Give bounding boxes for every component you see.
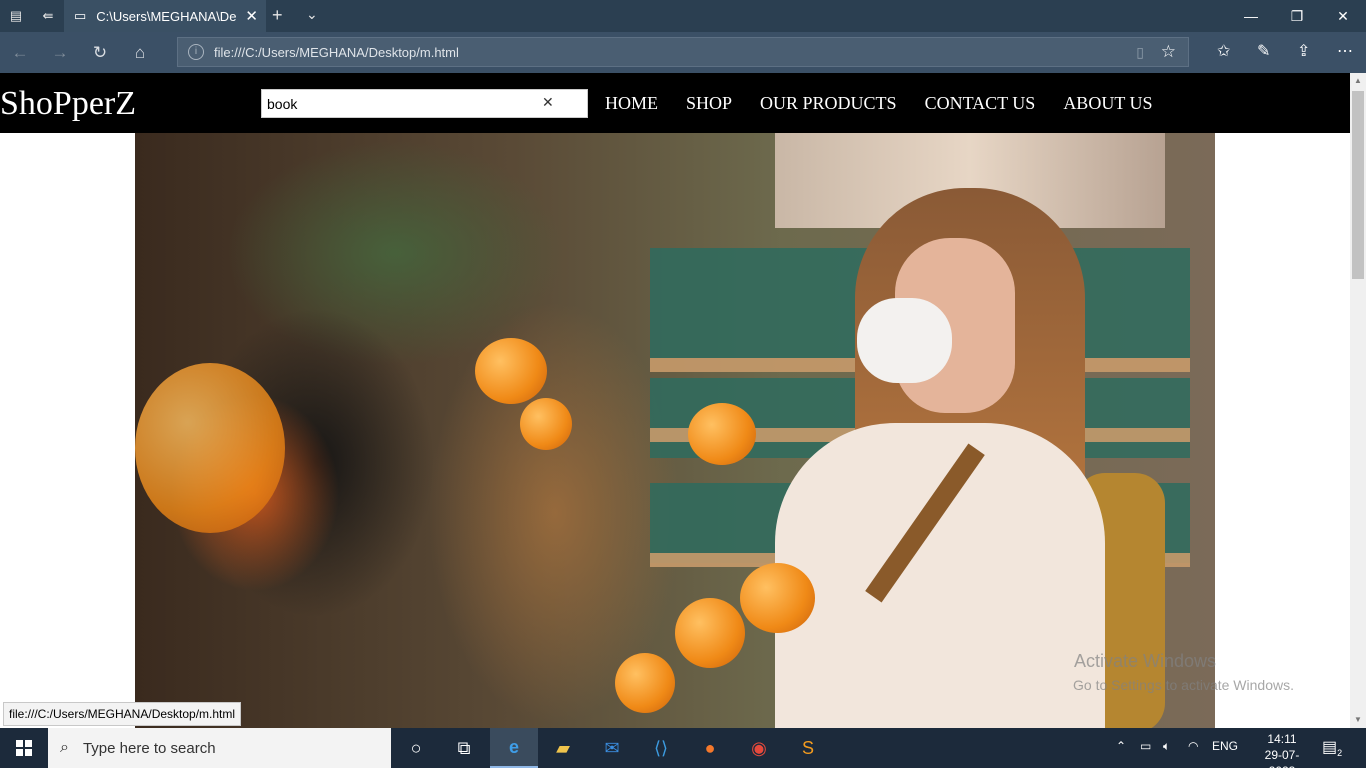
main-nav: HOME SHOP OUR PRODUCTS CONTACT US ABOUT … xyxy=(605,93,1181,114)
face-mask xyxy=(857,298,952,383)
chrome-icon[interactable]: ◉ xyxy=(735,728,783,768)
favorite-star-icon[interactable]: ☆ xyxy=(1161,42,1176,62)
wifi-icon[interactable]: ◠ xyxy=(1188,739,1198,753)
clear-search-icon[interactable]: ✕ xyxy=(542,94,554,111)
browser-toolbar: ← → ↻ ⌂ i file:///C:/Users/MEGHANA/Deskt… xyxy=(0,32,1366,73)
orange xyxy=(520,398,572,450)
firefox-icon[interactable]: ● xyxy=(686,728,734,768)
info-icon[interactable]: i xyxy=(188,44,204,60)
windows-taskbar: ⌕ Type here to search ○ ⧉ e ▰ ✉ ⟨⟩ ● ◉ S… xyxy=(0,728,1366,778)
clock-time: 14:11 xyxy=(1267,732,1297,746)
notification-count: 2 xyxy=(1337,748,1343,759)
forward-icon[interactable]: → xyxy=(47,40,73,66)
orange xyxy=(135,363,285,533)
activate-windows-title: Activate Windows xyxy=(1074,651,1217,671)
close-window-button[interactable]: ✕ xyxy=(1320,0,1366,32)
tab-actions-icon[interactable]: ▤ xyxy=(0,0,32,32)
nav-contact-us[interactable]: CONTACT US xyxy=(925,93,1036,114)
file-explorer-icon[interactable]: ▰ xyxy=(539,728,587,768)
windows-logo-icon xyxy=(16,740,32,756)
activate-windows-subtitle: Go to Settings to activate Windows. xyxy=(1073,677,1294,693)
task-view-icon[interactable]: ⧉ xyxy=(440,728,488,768)
favorites-icon[interactable]: ✩ xyxy=(1217,41,1230,61)
show-hidden-icons-icon[interactable]: ⌃ xyxy=(1116,739,1126,753)
link-status-url: file:///C:/Users/MEGHANA/Desktop/m.html xyxy=(3,702,242,726)
mail-icon[interactable]: ✉ xyxy=(588,728,636,768)
chevron-down-icon[interactable]: ⌄ xyxy=(306,6,318,23)
share-icon[interactable]: ⇪ xyxy=(1297,41,1310,61)
site-header: ShoPperZ ✕ HOME SHOP OUR PRODUCTS CONTAC… xyxy=(0,73,1350,133)
language-indicator[interactable]: ENG xyxy=(1212,739,1238,753)
orange-in-hand xyxy=(675,598,745,668)
close-tab-icon[interactable]: ✕ xyxy=(245,7,258,25)
web-page: ShoPperZ ✕ HOME SHOP OUR PRODUCTS CONTAC… xyxy=(0,73,1350,728)
address-url[interactable]: file:///C:/Users/MEGHANA/Desktop/m.html xyxy=(214,45,459,60)
orange-in-hand xyxy=(688,403,756,465)
set-aside-tabs-icon[interactable]: ⇚ xyxy=(32,0,64,32)
nav-shop[interactable]: SHOP xyxy=(686,93,732,114)
tab-title: C:\Users\MEGHANA\De xyxy=(96,8,237,24)
start-button[interactable] xyxy=(0,728,48,768)
browser-tab[interactable]: ▭ C:\Users\MEGHANA\De ✕ xyxy=(64,0,266,32)
site-search[interactable]: ✕ xyxy=(261,89,588,118)
refresh-icon[interactable]: ↻ xyxy=(87,40,113,66)
sublime-text-icon[interactable]: S xyxy=(784,728,832,768)
shopper-sweater xyxy=(775,423,1105,728)
search-input[interactable] xyxy=(267,94,537,114)
pen-icon[interactable]: ✎ xyxy=(1257,41,1270,61)
page-scrollbar[interactable]: ▲ ▼ xyxy=(1350,73,1366,728)
nav-about-us[interactable]: ABOUT US xyxy=(1063,93,1152,114)
nav-our-products[interactable]: OUR PRODUCTS xyxy=(760,93,897,114)
restore-button[interactable]: ❐ xyxy=(1274,0,1320,32)
taskbar-clock[interactable]: 14:11 29-07-2023 xyxy=(1256,731,1308,779)
scroll-up-icon[interactable]: ▲ xyxy=(1350,73,1366,89)
cortana-icon[interactable]: ○ xyxy=(392,728,440,768)
scroll-down-icon[interactable]: ▼ xyxy=(1350,712,1366,728)
volume-icon[interactable]: 🔈︎ xyxy=(1163,739,1170,754)
edge-icon[interactable]: e xyxy=(490,728,538,768)
home-icon[interactable]: ⌂ xyxy=(127,40,153,66)
page-icon: ▭ xyxy=(74,8,87,23)
clock-date: 29-07-2023 xyxy=(1264,748,1300,778)
vscode-icon[interactable]: ⟨⟩ xyxy=(637,728,685,768)
new-tab-icon[interactable]: + xyxy=(272,5,283,26)
taskbar-search-placeholder: Type here to search xyxy=(82,739,216,757)
minimize-button[interactable]: — xyxy=(1228,0,1274,32)
notification-center-icon[interactable]: ▤2 xyxy=(1322,737,1342,758)
more-icon[interactable]: ⋯ xyxy=(1337,41,1353,61)
nav-home[interactable]: HOME xyxy=(605,93,658,114)
orange-in-hand xyxy=(740,563,815,633)
hero-image xyxy=(135,133,1215,728)
search-icon: ⌕ xyxy=(60,739,69,756)
address-bar[interactable]: i file:///C:/Users/MEGHANA/Desktop/m.htm… xyxy=(177,37,1189,67)
site-logo[interactable]: ShoPperZ xyxy=(0,85,136,123)
back-icon[interactable]: ← xyxy=(7,40,33,66)
orange xyxy=(615,653,675,713)
browser-titlebar: ▤ ⇚ ▭ C:\Users\MEGHANA\De ✕ + ⌄ — ❐ ✕ xyxy=(0,0,1366,32)
reading-view-icon[interactable]: ▯ xyxy=(1136,44,1144,61)
orange xyxy=(475,338,547,404)
taskbar-search[interactable]: ⌕ Type here to search xyxy=(48,728,391,768)
battery-icon[interactable]: ▭ xyxy=(1140,739,1151,753)
scroll-thumb[interactable] xyxy=(1352,91,1364,279)
